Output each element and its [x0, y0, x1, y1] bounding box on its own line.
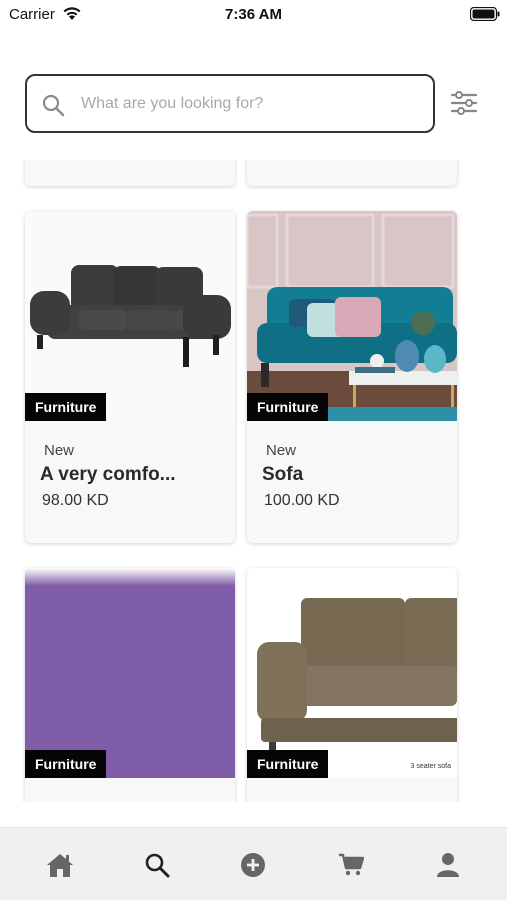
- user-icon: [437, 853, 459, 877]
- tab-add[interactable]: [238, 850, 268, 880]
- sofa-image: [30, 265, 231, 367]
- product-name: Sofa: [262, 464, 304, 485]
- bottom-tab-bar: [0, 827, 507, 900]
- category-badge: Furniture: [247, 393, 329, 421]
- tab-home[interactable]: [45, 850, 75, 880]
- product-price: 98.00 KD: [42, 492, 109, 509]
- search-bar[interactable]: [25, 74, 435, 133]
- tab-cart[interactable]: [336, 850, 366, 880]
- image-caption: 3 seater sofa: [410, 763, 451, 770]
- search-input[interactable]: [81, 90, 411, 118]
- tab-search[interactable]: [142, 850, 172, 880]
- product-image-brown-sofa: Furniture 3 seater sofa: [247, 568, 457, 778]
- filter-sliders-icon[interactable]: [450, 88, 478, 118]
- product-grid[interactable]: Furniture New A very comfo... 98.00 KD F…: [0, 160, 507, 802]
- product-card-partial[interactable]: [25, 160, 235, 186]
- plus-circle-icon: [241, 853, 265, 877]
- search-icon: [145, 853, 170, 878]
- product-card[interactable]: Furniture: [25, 568, 235, 802]
- product-image-teal-sofa: Furniture: [247, 211, 457, 421]
- product-price: 100.00 KD: [264, 492, 340, 509]
- living-room-image: [247, 211, 457, 421]
- brown-sofa-image: [257, 598, 457, 752]
- product-image-dark-sofa: Furniture: [25, 211, 235, 421]
- product-image-purple: Furniture: [25, 568, 235, 778]
- battery-icon: [470, 7, 500, 21]
- category-badge: Furniture: [247, 750, 329, 778]
- clock: 7:36 AM: [225, 6, 282, 23]
- search-icon: [42, 94, 65, 117]
- category-badge: Furniture: [25, 393, 107, 421]
- product-condition: New: [44, 442, 75, 459]
- cart-icon: [339, 853, 364, 876]
- status-bar: Carrier 7:36 AM: [0, 0, 507, 28]
- home-icon: [47, 854, 73, 877]
- tab-profile[interactable]: [433, 850, 463, 880]
- product-card[interactable]: Furniture New A very comfo... 98.00 KD: [25, 211, 235, 543]
- product-card[interactable]: Furniture New Sofa 100.00 KD: [247, 211, 457, 543]
- product-condition: New: [266, 442, 297, 459]
- product-name: A very comfo...: [40, 464, 176, 485]
- category-badge: Furniture: [25, 750, 107, 778]
- product-card-partial[interactable]: [247, 160, 457, 186]
- product-card[interactable]: Furniture 3 seater sofa: [247, 568, 457, 802]
